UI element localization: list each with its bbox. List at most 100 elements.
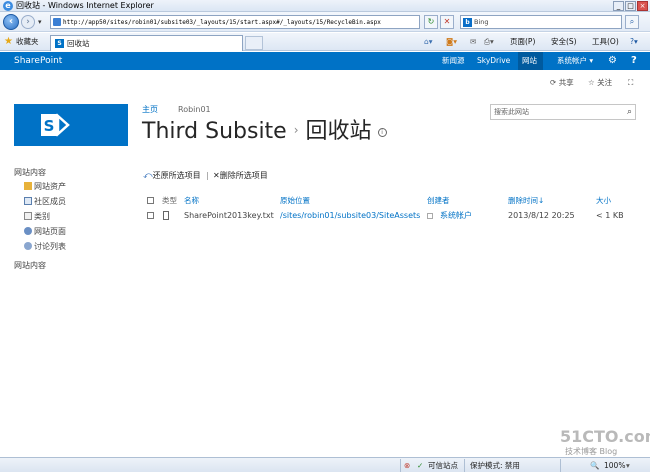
print-icon[interactable]: ⎙▾ (484, 37, 494, 47)
leftnav-site-contents[interactable]: 网站内容 (14, 261, 46, 271)
site-title[interactable]: Third Subsite (142, 119, 287, 144)
maximize-button[interactable]: □ (625, 1, 636, 11)
address-bar-row: ‹ › ▾ http://app50/sites/robin01/subsite… (0, 12, 650, 32)
column-header-deleted[interactable]: 删除时间↓ (508, 196, 544, 206)
text-file-icon (163, 211, 169, 220)
protected-mode: 保护模式: 禁用 (470, 461, 520, 470)
magnifier-icon[interactable]: ⌕ (627, 107, 632, 117)
presence-icon (427, 213, 433, 219)
row-name: SharePoint2013key.txt (184, 211, 274, 220)
column-header-creator[interactable]: 创建者 (427, 196, 450, 206)
help-icon[interactable]: ?▾ (630, 37, 638, 47)
column-header-location[interactable]: 原始位置 (280, 196, 310, 206)
share-label: 共享 (558, 78, 574, 87)
column-header-type[interactable]: 类型 (162, 196, 177, 206)
follow-button[interactable]: ☆ 关注 (588, 78, 612, 88)
suite-link-newsfeed[interactable]: 新闻源 (442, 56, 465, 66)
column-header-size[interactable]: 大小 (596, 196, 611, 206)
leftnav-item-label: 网站页面 (34, 227, 66, 236)
window-title: 回收站 - Windows Internet Explorer (16, 1, 154, 10)
favorites-label[interactable]: 收藏夹 (16, 37, 39, 47)
suite-bar: SharePoint 新闻源 SkyDrive 网站 系统帐户 ▾ ⚙ ? (0, 52, 650, 70)
toolbar-separator: | (206, 171, 209, 180)
leftnav-heading[interactable]: 网站内容 (14, 168, 46, 178)
row-checkbox[interactable] (147, 212, 154, 219)
breadcrumb-site[interactable]: Robin01 (178, 105, 211, 115)
browser-tab[interactable]: S 回收站 (50, 35, 243, 51)
site-logo[interactable]: S (14, 104, 128, 146)
address-input[interactable]: http://app50/sites/robin01/subsite03/_la… (50, 15, 420, 29)
watermark-subtitle: 技术博客 Blog (565, 447, 618, 456)
delete-button[interactable]: ✕删除所选项目 (213, 171, 268, 181)
feeds-icon[interactable]: ◙▾ (446, 37, 457, 47)
home-icon[interactable]: ⌂▾ (424, 37, 433, 47)
people-icon (24, 197, 32, 205)
status-bar: ⊗ ✓ 可信站点 保护模式: 禁用 🔍 100% ▾ (0, 457, 650, 472)
bing-icon: b (463, 18, 472, 27)
select-all-checkbox[interactable] (147, 197, 154, 204)
leftnav-item-label: 社区成员 (34, 197, 66, 206)
row-deleted-time: 2013/8/12 20:25 (508, 211, 575, 220)
leftnav-item-site-pages[interactable]: 网站页面 (24, 227, 66, 237)
focus-on-content-icon[interactable]: ⛶ (628, 78, 633, 88)
recent-pages-dropdown-icon[interactable]: ▾ (38, 18, 42, 26)
favorites-bar: ★ 收藏夹 S 回收站 ⌂▾ ◙▾ ✉ ⎙▾ 页面(P) 安全(S) 工具(O)… (0, 33, 650, 51)
leftnav-item-discussions[interactable]: 讨论列表 (24, 242, 66, 252)
sharepoint-brand[interactable]: SharePoint (14, 55, 62, 67)
suite-link-skydrive[interactable]: SkyDrive (477, 56, 510, 66)
back-button[interactable]: ‹ (3, 14, 19, 30)
stop-icon[interactable]: ✕ (440, 15, 454, 29)
suite-link-sites[interactable]: 网站 (522, 56, 537, 66)
title-separator: › (293, 123, 299, 137)
search-icon[interactable]: ⌕ (625, 15, 639, 29)
star-icon: ☆ (588, 78, 595, 87)
site-search-input[interactable]: 搜索此网站 ⌕ (490, 104, 636, 120)
leftnav-item-community-members[interactable]: 社区成员 (24, 197, 66, 207)
favorites-star-icon[interactable]: ★ (4, 36, 13, 47)
leftnav-item-label: 网站资产 (34, 182, 66, 191)
discussion-icon (24, 242, 32, 250)
row-location-link[interactable]: /sites/robin01/subsite03/SiteAssets (280, 211, 420, 221)
row-size: < 1 KB (596, 211, 624, 220)
refresh-icon[interactable]: ↻ (424, 15, 438, 29)
watermark-logo: 51CTO.com (560, 427, 650, 446)
status-divider (560, 459, 561, 472)
share-button[interactable]: ⟳ 共享 (550, 78, 574, 88)
leftnav-item-label: 讨论列表 (34, 242, 66, 251)
zoom-icon: 🔍 (590, 461, 600, 470)
status-divider (464, 459, 465, 472)
status-error-icon[interactable]: ⊗ (404, 461, 410, 471)
security-zone[interactable]: 可信站点 (428, 461, 458, 471)
leftnav-item-site-assets[interactable]: 网站资产 (24, 182, 66, 192)
leftnav-item-categories[interactable]: 类别 (24, 212, 50, 222)
trusted-zone-icon: ✓ (417, 461, 424, 470)
new-tab-button[interactable] (245, 36, 263, 50)
restore-button[interactable]: ⤺还原所选项目 (143, 171, 201, 181)
search-input[interactable]: b Bing (460, 15, 622, 29)
safety-menu[interactable]: 安全(S) (551, 37, 577, 47)
minimize-button[interactable]: _ (613, 1, 624, 11)
restore-icon: ⤺ (143, 171, 153, 181)
breadcrumb-home[interactable]: 主页 (142, 105, 158, 115)
page-title: Third Subsite › 回收站 i (142, 116, 387, 146)
column-header-name[interactable]: 名称 (184, 196, 199, 206)
status-divider (400, 459, 401, 472)
zoom-level[interactable]: 100% (604, 461, 625, 471)
delete-label: 删除所选项目 (219, 171, 268, 180)
row-creator-link[interactable]: 系统帐户 (440, 211, 472, 221)
question-icon[interactable]: ? (631, 55, 637, 67)
mail-icon[interactable]: ✉ (470, 37, 476, 47)
address-url: http://app50/sites/robin01/subsite03/_la… (63, 19, 381, 26)
gear-icon[interactable]: ⚙ (608, 55, 617, 67)
tab-title: 回收站 (67, 39, 90, 48)
page-menu[interactable]: 页面(P) (510, 37, 535, 47)
sharepoint-tab-icon: S (55, 39, 64, 48)
info-icon[interactable]: i (377, 128, 387, 137)
close-window-button[interactable]: × (637, 1, 648, 11)
zoom-dropdown-icon[interactable]: ▾ (626, 461, 630, 471)
account-menu[interactable]: 系统帐户 ▾ (557, 56, 593, 66)
tools-menu[interactable]: 工具(O) (592, 37, 619, 47)
ie-logo-icon: e (3, 1, 13, 11)
forward-button[interactable]: › (21, 15, 35, 29)
window-title-bar: e 回收站 - Windows Internet Explorer _ □ × (0, 0, 650, 12)
